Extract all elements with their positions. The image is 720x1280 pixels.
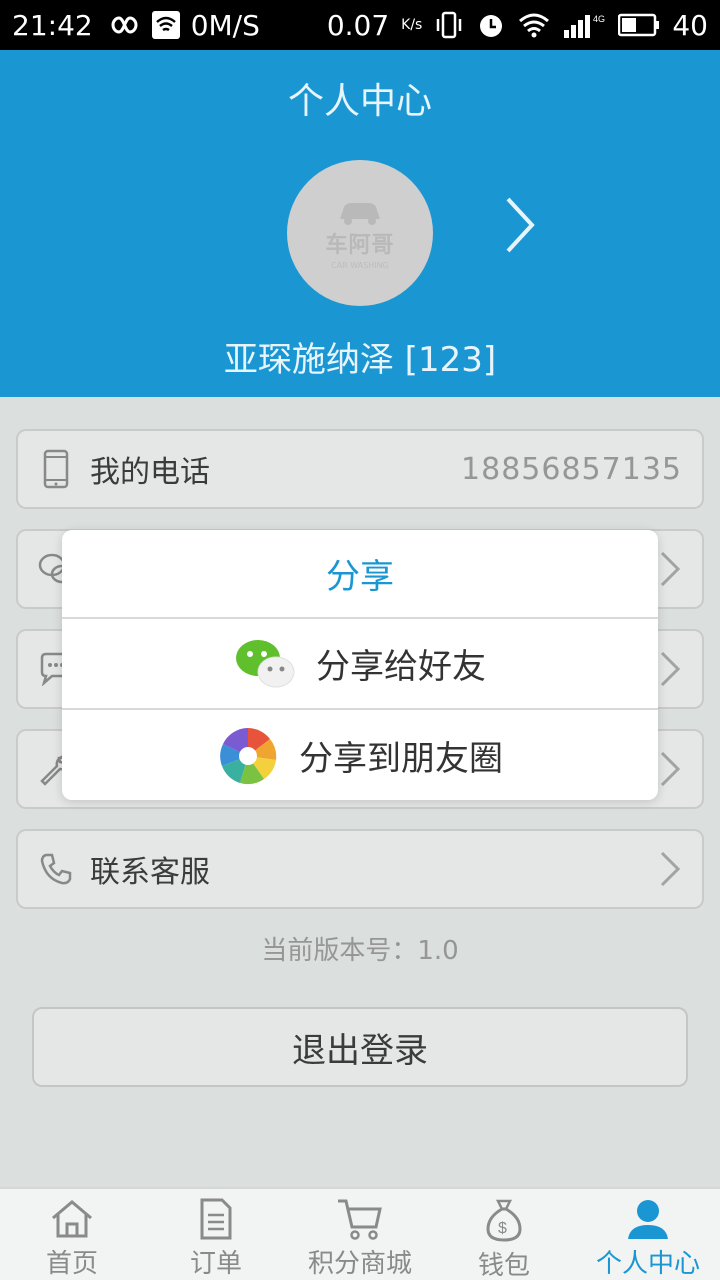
- nav-wallet-label: 钱包: [477, 1251, 530, 1280]
- status-time: 21:42: [12, 8, 93, 42]
- status-bar: 21:42 0M/S 0.07 K/s 4G 40: [0, 0, 720, 50]
- home-icon: [47, 1197, 97, 1241]
- data-unit: K/s: [401, 17, 423, 33]
- avatar[interactable]: 车阿哥 CAR WASHING: [287, 160, 433, 306]
- signal-icon: 4G: [562, 10, 606, 40]
- share-dialog-title: 分享: [62, 530, 658, 619]
- car-logo-icon: [340, 202, 380, 225]
- net-speed: 0M/S: [190, 8, 260, 42]
- nav-profile-label: 个人中心: [595, 1249, 700, 1279]
- person-icon: [623, 1197, 673, 1241]
- avatar-logo-text: 车阿哥: [325, 232, 395, 258]
- share-to-friend-label: 分享给好友: [316, 647, 486, 687]
- share-to-friend-button[interactable]: 分享给好友: [62, 619, 658, 710]
- nav-home[interactable]: 首页: [0, 1189, 144, 1280]
- nav-profile[interactable]: 个人中心: [576, 1189, 720, 1280]
- share-to-moments-label: 分享到朋友圈: [299, 739, 503, 779]
- chevron-right-icon[interactable]: [500, 195, 540, 255]
- page-title: 个人中心: [287, 81, 432, 122]
- profile-header: 个人中心 车阿哥 CAR WASHING 亚琛施纳泽 [123]: [0, 50, 720, 397]
- battery-level: 40: [672, 8, 708, 42]
- nav-orders[interactable]: 订单: [144, 1189, 288, 1280]
- svg-text:4G: 4G: [593, 14, 605, 24]
- user-name: 亚琛施纳泽 [123]: [223, 340, 497, 380]
- nav-wallet[interactable]: $ 钱包: [432, 1189, 576, 1280]
- share-to-moments-button[interactable]: 分享到朋友圈: [62, 710, 658, 800]
- svg-text:$: $: [498, 1220, 507, 1237]
- vibrate-icon: [434, 10, 464, 40]
- wifi-box-icon: [151, 10, 181, 40]
- nav-home-label: 首页: [45, 1249, 98, 1279]
- infinity-icon: [103, 14, 141, 36]
- nav-points-mall[interactable]: 积分商城: [288, 1189, 432, 1280]
- battery-icon: [618, 13, 660, 37]
- nav-points-mall-label: 积分商城: [307, 1249, 412, 1279]
- wechat-icon: [234, 633, 296, 695]
- wifi-icon: [518, 11, 550, 39]
- bottom-nav: 首页 订单 积分商城 $ 钱包 个人中心: [0, 1187, 720, 1280]
- money-bag-icon: $: [479, 1197, 529, 1243]
- nav-orders-label: 订单: [189, 1249, 242, 1279]
- data-rate: 0.07: [326, 8, 390, 42]
- avatar-logo-subtext: CAR WASHING: [331, 260, 389, 270]
- moments-icon: [217, 725, 279, 787]
- document-icon: [191, 1197, 241, 1241]
- cart-icon: [335, 1197, 385, 1241]
- alarm-icon: [476, 10, 506, 40]
- share-dialog: 分享 分享给好友 分享到朋友圈: [62, 530, 658, 800]
